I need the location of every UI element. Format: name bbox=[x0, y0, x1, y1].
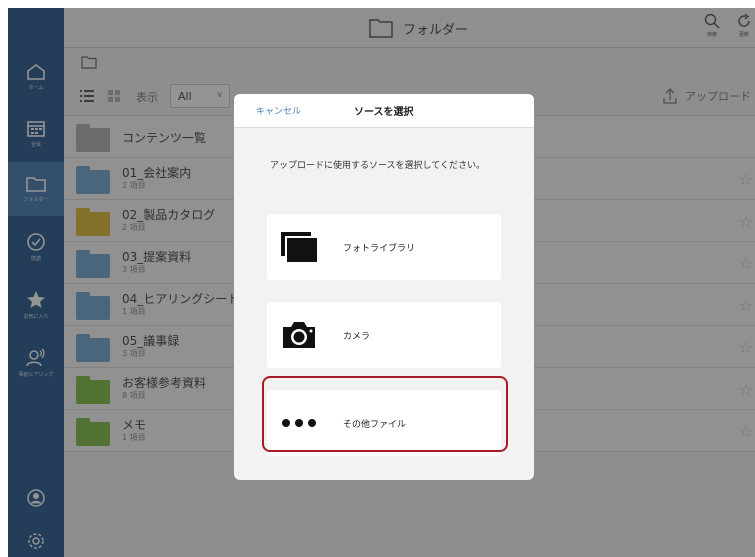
camera-icon bbox=[283, 322, 315, 348]
option-label: フォトライブラリ bbox=[343, 243, 416, 254]
cancel-button[interactable]: キャンセル bbox=[256, 104, 301, 117]
dialog-prompt: アップロードに使用するソースを選択してください。 bbox=[270, 161, 486, 171]
app-frame: ホーム 全体 フォルダー 既読 お気に入り 事前ヒアリング フォルダー 検索 更… bbox=[8, 8, 755, 557]
dialog-title: ソースを選択 bbox=[354, 107, 414, 118]
selection-highlight bbox=[262, 376, 508, 452]
option-camera[interactable]: カメラ bbox=[267, 302, 501, 368]
option-photo-library[interactable]: フォトライブラリ bbox=[267, 214, 501, 280]
option-label: カメラ bbox=[343, 331, 371, 342]
photo-library-icon bbox=[281, 232, 317, 262]
dialog-header: キャンセル ソースを選択 bbox=[234, 94, 534, 128]
